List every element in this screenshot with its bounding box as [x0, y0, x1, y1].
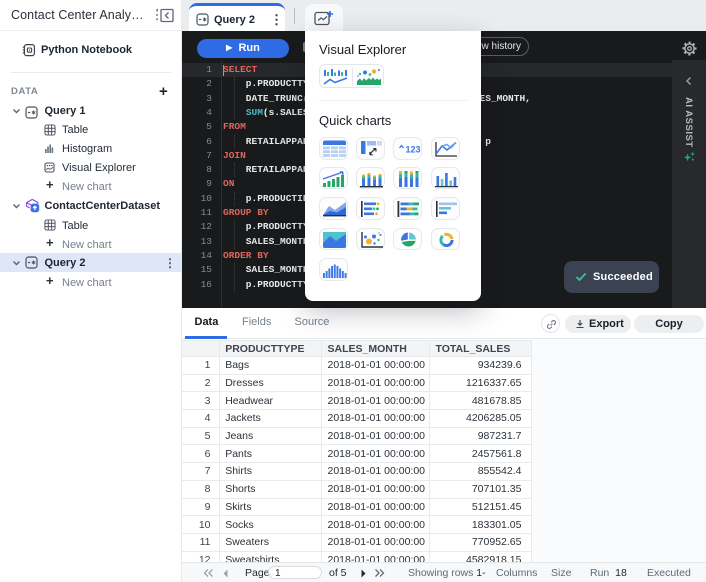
svg-text:123: 123	[406, 145, 421, 155]
